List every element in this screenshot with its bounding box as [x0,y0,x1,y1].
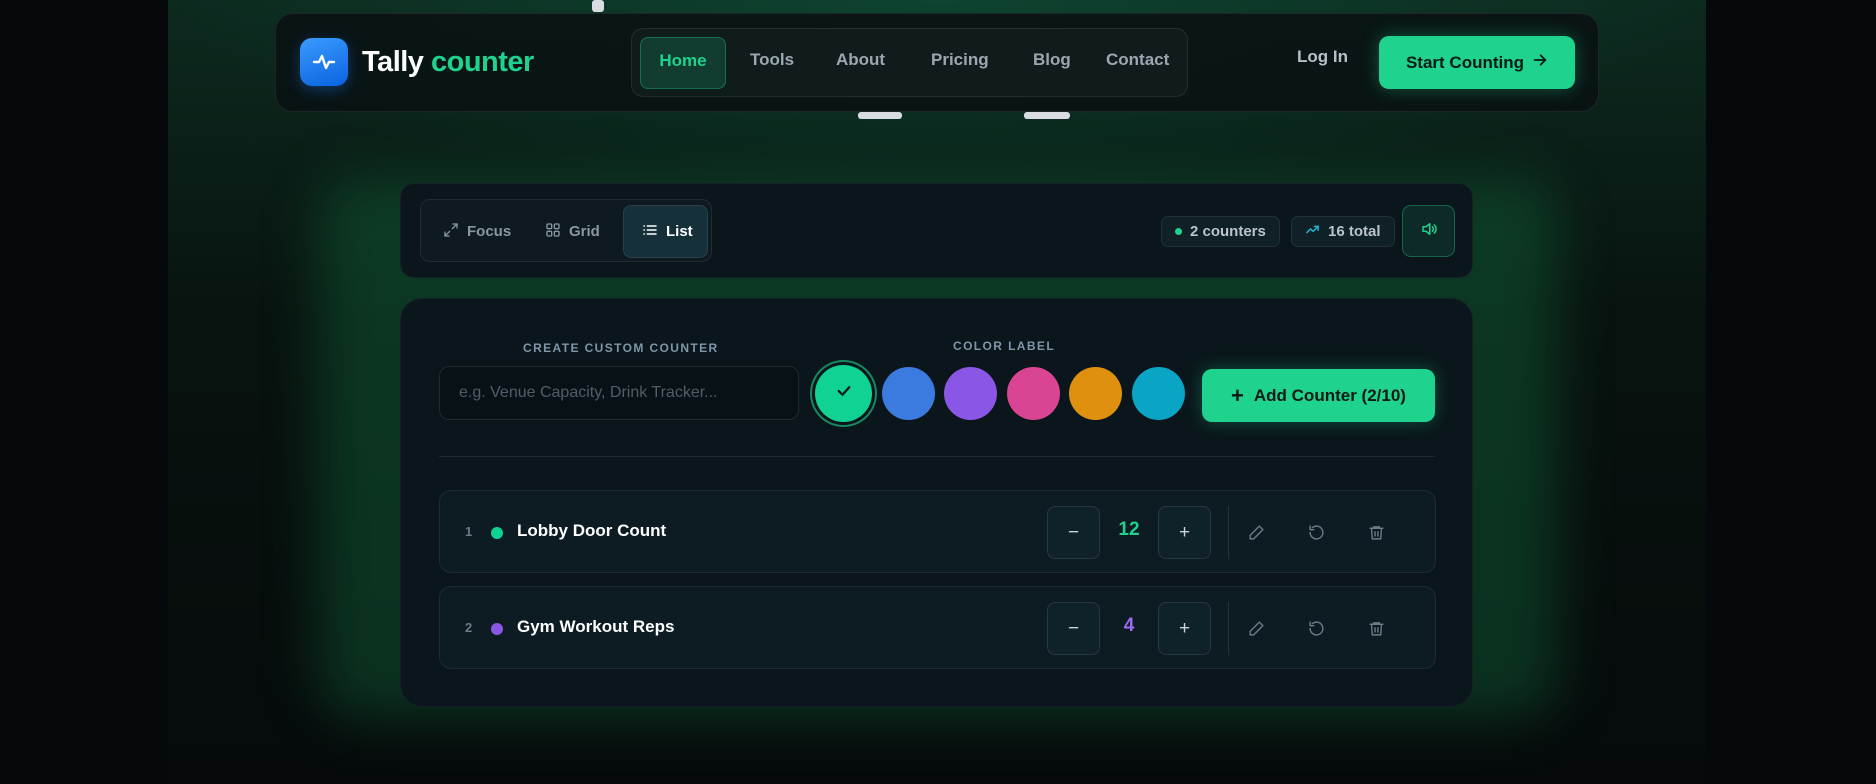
counter-index: 2 [465,620,473,635]
view-focus-button[interactable]: Focus [425,205,529,258]
edit-icon[interactable] [1246,522,1266,542]
counter-value: 12 [1118,519,1140,540]
hero-heading-fragment [592,0,604,12]
delete-icon[interactable] [1366,618,1386,638]
decrement-button[interactable]: − [1047,506,1100,559]
sound-toggle-button[interactable] [1402,205,1455,257]
main-nav: Home Tools About Pricing Blog Contact [631,28,1188,97]
counter-index: 1 [465,524,473,539]
view-focus-label: Focus [467,223,512,240]
status-dot [1175,228,1182,235]
view-toolbar: Focus Grid List 2 counters 16 total [400,183,1473,278]
speaker-icon [1420,220,1438,243]
row-separator [1228,602,1229,655]
reset-icon[interactable] [1306,522,1326,542]
color-swatch-blue[interactable] [882,367,935,420]
check-icon [835,382,853,405]
create-counter-label: CREATE CUSTOM COUNTER [523,341,719,355]
color-swatch-pink[interactable] [1007,367,1060,420]
view-mode-switcher: Focus Grid List [420,199,712,262]
counter-name: Lobby Door Count [517,521,667,540]
increment-button[interactable]: + [1158,602,1211,655]
view-list-label: List [666,223,693,240]
brand-name: Tally counter [362,46,534,79]
edit-icon[interactable] [1246,618,1266,638]
row-separator [1228,506,1229,559]
color-swatch-green[interactable] [815,365,872,422]
login-link[interactable]: Log In [1297,47,1348,67]
add-counter-label: Add Counter (2/10) [1253,385,1406,405]
total-count-badge: 16 total [1291,216,1395,247]
trending-up-icon [1305,222,1328,241]
counters-panel: CREATE CUSTOM COUNTER COLOR LABEL + Add … [400,298,1473,707]
color-label-heading: COLOR LABEL [953,339,1056,353]
nav-about[interactable]: About [822,37,899,89]
color-swatch-purple[interactable] [944,367,997,420]
arrow-right-icon [1532,52,1548,73]
brand-word-tally: Tally [362,45,424,78]
pulse-icon [300,38,348,86]
increment-button[interactable]: + [1158,506,1211,559]
nav-contact[interactable]: Contact [1092,37,1183,89]
nav-blog[interactable]: Blog [1019,37,1085,89]
view-grid-button[interactable]: Grid [527,205,618,258]
total-count-text: 16 total [1328,223,1381,240]
counter-name: Gym Workout Reps [517,617,675,636]
reset-icon[interactable] [1306,618,1326,638]
grid-icon [545,222,569,242]
color-swatch-cyan[interactable] [1132,367,1185,420]
start-counting-label: Start Counting [1405,52,1525,72]
view-list-button[interactable]: List [623,205,708,258]
nav-home[interactable]: Home [640,37,726,89]
counter-name-input[interactable] [439,366,799,420]
counter-color-dot [491,623,503,635]
nav-pricing[interactable]: Pricing [917,37,1003,89]
plus-icon: + [1231,382,1244,408]
section-divider [439,456,1435,457]
list-icon [642,222,666,242]
counter-row: 1 Lobby Door Count − 12 + [439,490,1436,573]
counter-color-dot [491,527,503,539]
counter-row: 2 Gym Workout Reps − 4 + [439,586,1436,669]
expand-icon [443,222,467,242]
start-counting-button[interactable]: Start Counting [1379,36,1575,89]
view-grid-label: Grid [569,223,600,240]
add-counter-button[interactable]: + Add Counter (2/10) [1202,369,1435,422]
counters-count-text: 2 counters [1190,223,1266,240]
decrement-button[interactable]: − [1047,602,1100,655]
brand-logo-link[interactable]: Tally counter [300,38,534,86]
delete-icon[interactable] [1366,522,1386,542]
color-swatch-orange[interactable] [1069,367,1122,420]
top-navbar: Tally counter Home Tools About Pricing B… [275,13,1599,112]
hero-heading-fragment [1024,112,1070,119]
hero-heading-fragment [858,112,902,119]
counter-value: 4 [1123,615,1135,636]
brand-word-counter: counter [431,45,534,78]
counters-count-badge: 2 counters [1161,216,1280,247]
nav-tools[interactable]: Tools [736,37,808,89]
